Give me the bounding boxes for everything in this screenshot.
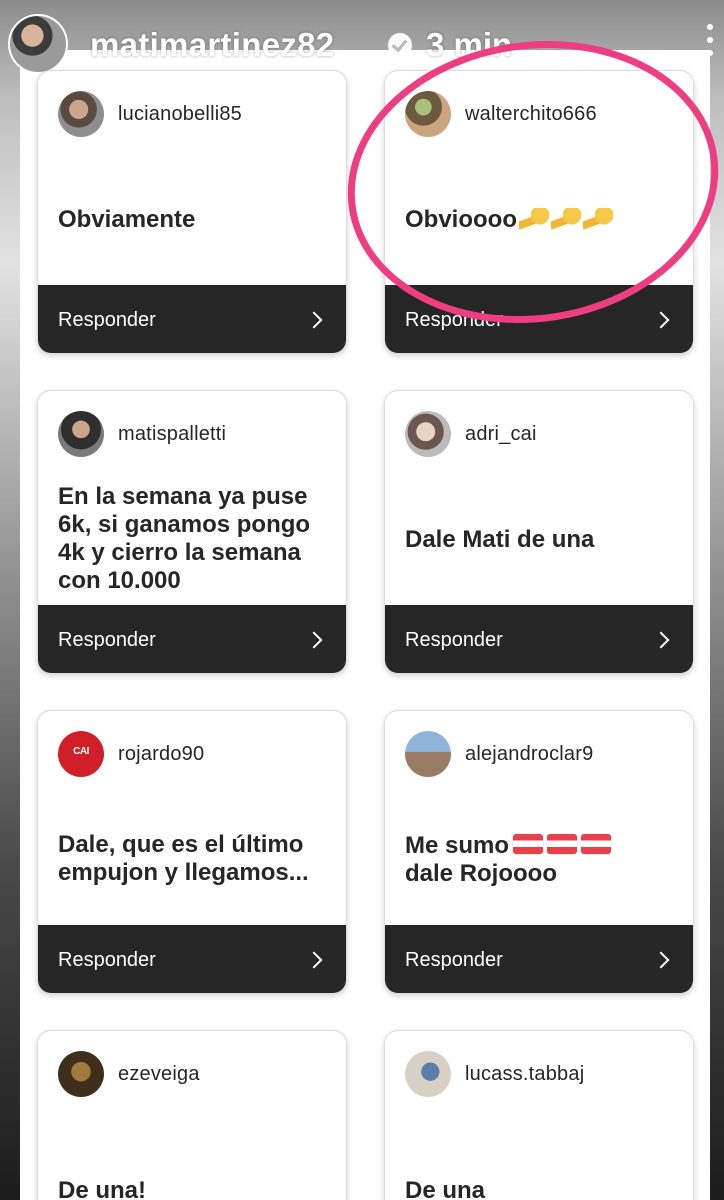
card-header: matispalletti bbox=[58, 411, 226, 457]
question-card: lucianobelli85 Obviamente Responder bbox=[37, 70, 347, 354]
chevron-right-icon bbox=[305, 951, 323, 969]
story-avatar[interactable] bbox=[8, 14, 68, 74]
chevron-right-icon bbox=[652, 311, 670, 329]
chevron-right-icon bbox=[652, 951, 670, 969]
reply-button[interactable]: Responder bbox=[385, 925, 693, 993]
card-username[interactable]: adri_cai bbox=[465, 423, 537, 446]
reply-button[interactable]: Responder bbox=[38, 285, 346, 353]
card-username[interactable]: lucass.tabbaj bbox=[465, 1063, 584, 1086]
reply-label: Responder bbox=[405, 628, 503, 651]
flag-icon bbox=[547, 834, 578, 854]
card-username[interactable]: ezeveiga bbox=[118, 1063, 200, 1086]
card-username[interactable]: rojardo90 bbox=[118, 743, 204, 766]
card-response-text: Obviamente bbox=[58, 155, 330, 285]
reply-button[interactable]: Responder bbox=[38, 925, 346, 993]
card-response-text: En la semana ya puse 6k, si ganamos pong… bbox=[58, 469, 330, 609]
card-response-text: Me sumo dale Rojoooo bbox=[405, 795, 677, 925]
avatar[interactable] bbox=[405, 411, 451, 457]
card-header: lucianobelli85 bbox=[58, 91, 242, 137]
response-text: Dale, que es el último empujon y llegamo… bbox=[58, 831, 309, 886]
card-header: walterchito666 bbox=[405, 91, 597, 137]
response-text: En la semana ya puse 6k, si ganamos pong… bbox=[58, 483, 311, 594]
response-text-block: Me sumo dale Rojoooo bbox=[405, 832, 612, 888]
card-response-text: De una! bbox=[58, 1131, 330, 1200]
response-text: Dale Mati de una bbox=[405, 526, 595, 553]
card-header: adri_cai bbox=[405, 411, 537, 457]
chevron-right-icon bbox=[305, 311, 323, 329]
question-card: matispalletti En la semana ya puse 6k, s… bbox=[37, 390, 347, 674]
flexed-biceps-icon bbox=[582, 208, 613, 232]
card-header: ezeveiga bbox=[58, 1051, 200, 1097]
response-text: Me sumo bbox=[405, 832, 510, 859]
reply-label: Responder bbox=[405, 948, 503, 971]
question-card: adri_cai Dale Mati de una Responder bbox=[384, 390, 694, 674]
reply-label: Responder bbox=[58, 628, 156, 651]
card-header: alejandroclar9 bbox=[405, 731, 593, 777]
card-username[interactable]: lucianobelli85 bbox=[118, 103, 242, 126]
reply-label: Responder bbox=[58, 308, 156, 331]
response-text-line2: dale Rojoooo bbox=[405, 860, 557, 887]
question-card: lucass.tabbaj De una bbox=[384, 1030, 694, 1200]
avatar[interactable] bbox=[58, 91, 104, 137]
story-time: 3 min bbox=[426, 26, 513, 63]
reply-label: Responder bbox=[58, 948, 156, 971]
more-options-icon[interactable] bbox=[707, 24, 715, 64]
avatar[interactable] bbox=[58, 1051, 104, 1097]
flexed-biceps-icon bbox=[518, 208, 549, 232]
flag-icon bbox=[513, 834, 544, 854]
avatar[interactable] bbox=[58, 411, 104, 457]
card-response-text: Dale Mati de una bbox=[405, 475, 677, 605]
card-response-text: Obvioooo bbox=[405, 155, 677, 285]
response-text: De una! bbox=[58, 1177, 147, 1200]
reply-button[interactable]: Responder bbox=[385, 285, 693, 353]
card-username[interactable]: matispalletti bbox=[118, 423, 226, 446]
reply-button[interactable]: Responder bbox=[385, 605, 693, 673]
flag-icon bbox=[581, 834, 612, 854]
chevron-right-icon bbox=[305, 631, 323, 649]
card-header: rojardo90 bbox=[58, 731, 204, 777]
story-username[interactable]: matimartinez82 bbox=[90, 26, 334, 64]
question-card: walterchito666 Obvioooo Responder bbox=[384, 70, 694, 354]
question-card: ezeveiga De una! bbox=[37, 1030, 347, 1200]
card-response-text: De una bbox=[405, 1131, 677, 1200]
verified-badge-icon bbox=[388, 33, 412, 57]
card-username[interactable]: alejandroclar9 bbox=[465, 743, 593, 766]
card-header: lucass.tabbaj bbox=[405, 1051, 584, 1097]
card-response-text: Dale, que es el último empujon y llegamo… bbox=[58, 789, 330, 929]
card-username[interactable]: walterchito666 bbox=[465, 103, 597, 126]
avatar[interactable] bbox=[58, 731, 104, 777]
avatar[interactable] bbox=[405, 91, 451, 137]
response-text: Obvioooo bbox=[405, 206, 517, 233]
avatar[interactable] bbox=[405, 1051, 451, 1097]
question-card: alejandroclar9 Me sumo dale Rojoooo Resp… bbox=[384, 710, 694, 994]
response-text: Obviamente bbox=[58, 206, 196, 233]
question-card: rojardo90 Dale, que es el último empujon… bbox=[37, 710, 347, 994]
chevron-right-icon bbox=[652, 631, 670, 649]
reply-label: Responder bbox=[405, 308, 503, 331]
response-text: De una bbox=[405, 1177, 486, 1200]
avatar[interactable] bbox=[405, 731, 451, 777]
flexed-biceps-icon bbox=[550, 208, 581, 232]
reply-button[interactable]: Responder bbox=[38, 605, 346, 673]
